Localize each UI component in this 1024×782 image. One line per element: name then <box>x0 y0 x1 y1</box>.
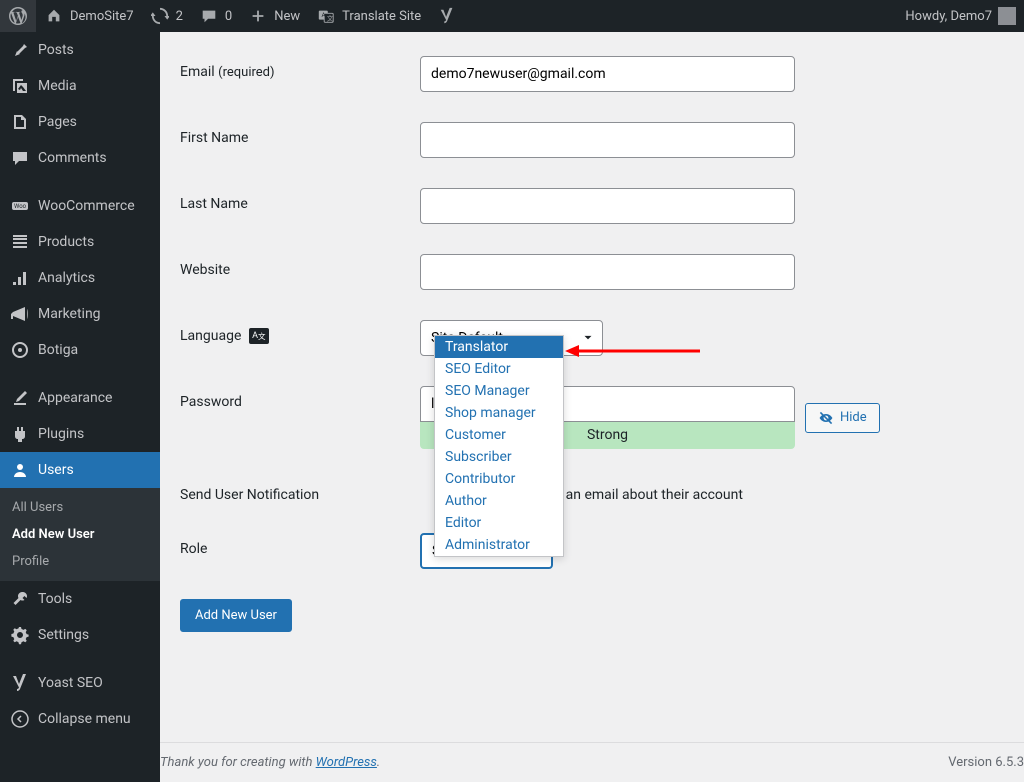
pages-icon <box>10 112 30 132</box>
yoast-menu-icon <box>10 673 30 693</box>
annotation-arrow <box>565 343 705 359</box>
yoast-icon <box>437 6 457 26</box>
media-icon <box>10 76 30 96</box>
svg-text:Woo: Woo <box>14 203 27 210</box>
tools-icon <box>10 589 30 609</box>
wordpress-icon <box>8 6 28 26</box>
role-option-translator[interactable]: Translator <box>435 336 563 358</box>
collapse-icon <box>10 709 30 729</box>
role-option-seo-editor[interactable]: SEO Editor <box>435 358 563 380</box>
last-name-input[interactable] <box>420 188 795 224</box>
howdy-label: Howdy, Demo7 <box>905 9 992 24</box>
woocommerce-icon: Woo <box>10 196 30 216</box>
svg-text:文: 文 <box>327 14 334 23</box>
plus-icon <box>248 6 268 26</box>
menu-analytics[interactable]: Analytics <box>0 260 160 296</box>
role-option-subscriber[interactable]: Subscriber <box>435 446 563 468</box>
role-option-administrator[interactable]: Administrator <box>435 534 563 556</box>
marketing-icon <box>10 304 30 324</box>
admin-toolbar: DemoSite7 2 0 New A文 Translate Site Howd… <box>0 0 1024 32</box>
website-label: Website <box>180 254 420 278</box>
menu-posts[interactable]: Posts <box>0 32 160 68</box>
version-label: Version 6.5.3 <box>948 755 1024 770</box>
menu-tools[interactable]: Tools <box>0 581 160 617</box>
website-input[interactable] <box>420 254 795 290</box>
menu-marketing[interactable]: Marketing <box>0 296 160 332</box>
password-label: Password <box>180 386 420 410</box>
comments-icon <box>10 148 30 168</box>
menu-products[interactable]: Products <box>0 224 160 260</box>
menu-users[interactable]: Users <box>0 452 160 488</box>
translate-icon: A文 <box>316 6 336 26</box>
email-label: Email (required) <box>180 56 420 80</box>
role-option-shop-manager[interactable]: Shop manager <box>435 402 563 424</box>
first-name-input[interactable] <box>420 122 795 158</box>
eye-slash-icon <box>818 410 834 426</box>
role-option-author[interactable]: Author <box>435 490 563 512</box>
role-option-customer[interactable]: Customer <box>435 424 563 446</box>
first-name-label: First Name <box>180 122 420 146</box>
submenu-profile[interactable]: Profile <box>0 548 160 575</box>
settings-icon <box>10 625 30 645</box>
menu-pages[interactable]: Pages <box>0 104 160 140</box>
yoast-toolbar[interactable] <box>429 0 465 32</box>
appearance-icon <box>10 388 30 408</box>
collapse-menu[interactable]: Collapse menu <box>0 701 160 737</box>
my-account[interactable]: Howdy, Demo7 <box>897 0 1024 32</box>
role-option-seo-manager[interactable]: SEO Manager <box>435 380 563 402</box>
last-name-label: Last Name <box>180 188 420 212</box>
analytics-icon <box>10 268 30 288</box>
update-icon <box>150 6 170 26</box>
pin-icon <box>10 40 30 60</box>
wordpress-link[interactable]: WordPress <box>316 755 377 770</box>
updates-count: 2 <box>176 9 183 24</box>
avatar-icon <box>998 7 1016 25</box>
updates[interactable]: 2 <box>142 0 191 32</box>
main-content: Email (required) First Name Last Name We… <box>160 32 1024 782</box>
submenu-all-users[interactable]: All Users <box>0 494 160 521</box>
submenu-add-new-user[interactable]: Add New User <box>0 521 160 548</box>
products-icon <box>10 232 30 252</box>
menu-settings[interactable]: Settings <box>0 617 160 653</box>
language-label: Language A文 <box>180 320 420 344</box>
users-submenu: All Users Add New User Profile <box>0 488 160 581</box>
menu-botiga[interactable]: Botiga <box>0 332 160 368</box>
comments-count: 0 <box>225 9 232 24</box>
notification-label: Send User Notification <box>180 479 420 503</box>
comment-icon <box>199 6 219 26</box>
menu-comments[interactable]: Comments <box>0 140 160 176</box>
role-label: Role <box>180 533 420 557</box>
wp-logo[interactable] <box>0 0 36 32</box>
hide-password-button[interactable]: Hide <box>805 403 880 433</box>
email-input[interactable] <box>420 56 795 92</box>
menu-woocommerce[interactable]: WooWooCommerce <box>0 188 160 224</box>
menu-plugins[interactable]: Plugins <box>0 416 160 452</box>
add-new-user-button[interactable]: Add New User <box>180 599 292 632</box>
menu-yoast[interactable]: Yoast SEO <box>0 665 160 701</box>
comments[interactable]: 0 <box>191 0 240 32</box>
translate-label: Translate Site <box>342 9 421 24</box>
admin-sidebar: Posts Media Pages Comments WooWooCommerc… <box>0 32 160 782</box>
site-name[interactable]: DemoSite7 <box>36 0 142 32</box>
admin-footer: Thank you for creating with WordPress. V… <box>160 742 1024 782</box>
menu-appearance[interactable]: Appearance <box>0 380 160 416</box>
site-name-label: DemoSite7 <box>70 9 134 24</box>
users-icon <box>10 460 30 480</box>
new-label: New <box>274 9 300 24</box>
plugins-icon <box>10 424 30 444</box>
home-icon <box>44 6 64 26</box>
menu-media[interactable]: Media <box>0 68 160 104</box>
role-option-contributor[interactable]: Contributor <box>435 468 563 490</box>
translation-icon: A文 <box>249 328 269 344</box>
role-option-editor[interactable]: Editor <box>435 512 563 534</box>
new-content[interactable]: New <box>240 0 308 32</box>
botiga-icon <box>10 340 30 360</box>
role-dropdown: Translator SEO Editor SEO Manager Shop m… <box>434 335 564 557</box>
translate-site[interactable]: A文 Translate Site <box>308 0 429 32</box>
